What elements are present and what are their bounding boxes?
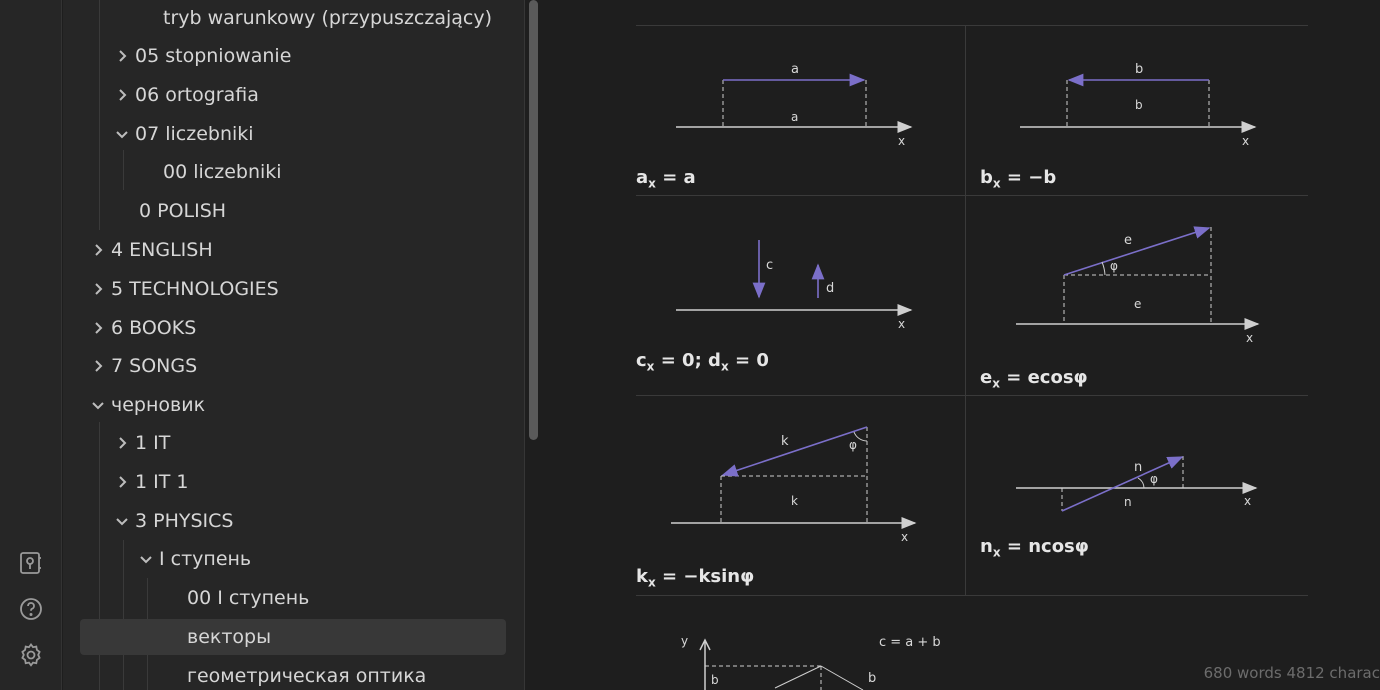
- diagram-vector-sum: y b c = a + b b: [681, 634, 941, 690]
- label-y-axis: y: [681, 634, 688, 648]
- label-a-vec: a: [791, 62, 799, 77]
- label-b-vec: b: [1135, 62, 1143, 77]
- table-border: [636, 25, 1308, 26]
- tree-folder[interactable]: 07 liczebniki: [111, 116, 254, 152]
- tree-folder[interactable]: 05 stopniowanie: [111, 38, 291, 74]
- chevron-right-icon: [87, 239, 109, 261]
- chevron-right-icon: [87, 278, 109, 300]
- chevron-right-icon: [87, 317, 109, 339]
- tree-folder[interactable]: 3 PHYSICS: [111, 503, 233, 539]
- diagram-cd: c d x: [676, 240, 913, 331]
- chevron-right-icon: [111, 471, 133, 493]
- label-e-proj: e: [1134, 297, 1141, 311]
- tree-file-active[interactable]: векторы: [80, 619, 506, 655]
- tree-file[interactable]: tryb warunkowy (przypuszczający): [163, 0, 492, 36]
- tree-guide: [123, 150, 124, 190]
- tree-file[interactable]: 00 liczebniki: [163, 154, 282, 190]
- tree-folder[interactable]: I ступень: [135, 541, 251, 577]
- chevron-down-icon: [111, 123, 133, 145]
- label-x-axis: x: [898, 134, 905, 148]
- diagram-e: φ e e x: [1016, 226, 1260, 345]
- label-a-proj: a: [791, 110, 798, 124]
- chevron-right-icon: [87, 355, 109, 377]
- label-b-proj-y: b: [711, 673, 719, 687]
- formula-e: ex = ecosφ: [980, 367, 1088, 391]
- label-x-axis: x: [898, 317, 905, 331]
- label-d-vec: d: [826, 281, 834, 296]
- help-icon[interactable]: [17, 595, 45, 623]
- table-border: [636, 395, 1308, 396]
- formula-a: ax = a: [636, 167, 696, 191]
- sidebar-scrollbar[interactable]: [525, 0, 543, 690]
- chevron-right-icon: [111, 45, 133, 67]
- tree-folder[interactable]: 06 ortografia: [111, 77, 259, 113]
- editor-pane: a a x ax = a b b x bx = −b c d x cx = 0;…: [543, 0, 1380, 690]
- vector-projection-table: a a x ax = a b b x bx = −b c d x cx = 0;…: [636, 25, 1308, 605]
- label-phi: φ: [1150, 472, 1158, 486]
- table-border: [636, 595, 1308, 596]
- label-x-axis: x: [1242, 134, 1249, 148]
- chevron-down-icon: [87, 394, 109, 416]
- chevron-right-icon: [111, 432, 133, 454]
- tree-folder[interactable]: 1 IT: [111, 425, 170, 461]
- label-n-proj: n: [1124, 495, 1132, 509]
- chevron-down-icon: [111, 510, 133, 532]
- settings-icon[interactable]: [17, 641, 45, 669]
- scroll-thumb[interactable]: [529, 0, 538, 440]
- label-n-vec: n: [1134, 460, 1142, 475]
- tree-file[interactable]: 0 POLISH: [139, 193, 226, 229]
- label-x-axis: x: [1244, 494, 1251, 508]
- diagram-a: a a x: [676, 62, 913, 148]
- label-phi: φ: [849, 438, 857, 452]
- label-phi: φ: [1110, 259, 1118, 273]
- label-x-axis: x: [1246, 331, 1253, 345]
- tree-guide: [123, 540, 124, 690]
- label-vector-sum: c = a + b: [879, 635, 941, 650]
- diagram-n: φ n n x: [1016, 456, 1258, 512]
- formula-b: bx = −b: [980, 167, 1057, 191]
- label-k-vec: k: [781, 434, 789, 449]
- file-explorer: tryb warunkowy (przypuszczający) 05 stop…: [63, 0, 525, 690]
- label-b-vec-bottom: b: [868, 671, 876, 686]
- diagram-k: φ k k x: [671, 426, 917, 544]
- label-c-vec: c: [766, 258, 773, 273]
- tree-folder[interactable]: 6 BOOKS: [87, 310, 196, 346]
- label-x-axis: x: [901, 530, 908, 544]
- tree-file[interactable]: 00 I ступень: [187, 580, 309, 616]
- label-e-vec: e: [1124, 233, 1132, 248]
- label-k-proj: k: [791, 494, 798, 508]
- table-border: [636, 195, 1308, 196]
- tree-folder[interactable]: 7 SONGS: [87, 348, 197, 384]
- formula-n: nx = ncosφ: [980, 536, 1089, 560]
- status-bar-word-count: 680 words 4812 charac: [1203, 664, 1380, 682]
- tree-folder[interactable]: 5 TECHNOLOGIES: [87, 271, 279, 307]
- chevron-down-icon: [135, 548, 157, 570]
- vault-icon[interactable]: [17, 549, 45, 577]
- diagram-b: b b x: [1020, 62, 1257, 148]
- tree-file[interactable]: геометрическая оптика: [187, 658, 426, 690]
- formula-k: kx = −ksinφ: [636, 566, 755, 590]
- tree-folder[interactable]: 1 IT 1: [111, 464, 188, 500]
- ribbon: [0, 0, 62, 690]
- tree-guide: [99, 0, 100, 230]
- tree-folder[interactable]: черновик: [87, 387, 205, 423]
- label-b-proj: b: [1135, 98, 1143, 112]
- tree-folder[interactable]: 4 ENGLISH: [87, 232, 213, 268]
- table-border: [965, 25, 966, 595]
- formula-cd: cx = 0; dx = 0: [636, 350, 769, 374]
- chevron-right-icon: [111, 84, 133, 106]
